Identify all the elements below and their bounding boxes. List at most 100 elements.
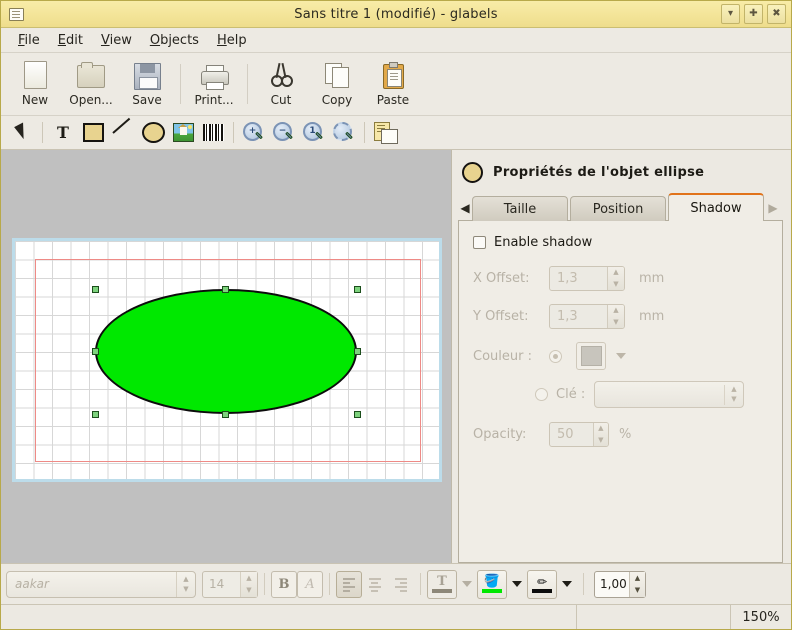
tab-scroll-left-icon[interactable]: ◀ <box>458 195 472 221</box>
zoom-in-button[interactable]: + <box>239 119 269 146</box>
fill-color-dropdown-icon[interactable] <box>512 581 522 587</box>
y-offset-unit: mm <box>639 309 664 324</box>
font-size-down-icon: ▼ <box>241 584 257 597</box>
save-floppy-icon <box>132 61 162 89</box>
y-offset-stepper[interactable]: ▲▼ <box>607 305 624 328</box>
y-offset-row: Y Offset: 1,3 ▲▼ mm <box>473 304 768 329</box>
enable-shadow-row[interactable]: Enable shadow <box>473 235 768 250</box>
cut-button[interactable]: Cut <box>253 56 309 112</box>
text-color-button[interactable]: T <box>427 570 457 599</box>
ellipse-tool[interactable] <box>138 119 168 146</box>
font-size-value[interactable]: 14 <box>203 572 240 597</box>
x-offset-spinner[interactable]: 1,3 ▲▼ <box>549 266 625 291</box>
maximize-button[interactable]: ✚ <box>744 4 763 24</box>
selection-handle-n[interactable] <box>222 286 229 293</box>
text-color-dropdown-icon[interactable] <box>462 581 472 587</box>
y-offset-up-icon[interactable]: ▲ <box>608 305 624 317</box>
selection-handle-sw[interactable] <box>92 411 99 418</box>
save-button[interactable]: Save <box>119 56 175 112</box>
line-tool[interactable] <box>108 119 138 146</box>
shadow-color-button[interactable] <box>576 342 606 370</box>
barcode-icon <box>203 124 224 141</box>
y-offset-value[interactable]: 1,3 <box>550 305 607 328</box>
canvas-area[interactable] <box>1 150 451 563</box>
line-color-button[interactable]: ✏ <box>527 570 557 599</box>
panel-header: Propriétés de l'objet ellipse <box>462 162 783 183</box>
opacity-up-icon[interactable]: ▲ <box>594 423 608 435</box>
minimize-button[interactable]: ▾ <box>721 4 740 24</box>
cle-radio[interactable] <box>535 388 548 401</box>
print-button[interactable]: Print... <box>186 56 242 112</box>
opacity-value[interactable]: 50 <box>550 423 593 446</box>
y-offset-down-icon[interactable]: ▼ <box>608 317 624 329</box>
shadow-color-dropdown-icon[interactable] <box>616 353 626 359</box>
cle-combo[interactable]: ▲▼ <box>594 381 744 408</box>
font-family-stepper[interactable]: ▲▼ <box>176 572 195 597</box>
tab-shadow[interactable]: Shadow <box>668 193 764 221</box>
tab-position[interactable]: Position <box>570 196 666 221</box>
font-size-spinner[interactable]: 14 ▲▼ <box>202 571 258 598</box>
menu-edit[interactable]: Edit <box>49 30 92 51</box>
selection-handle-e[interactable] <box>354 348 361 355</box>
cle-combo-stepper[interactable]: ▲▼ <box>725 386 743 403</box>
font-size-stepper[interactable]: ▲▼ <box>240 572 257 597</box>
enable-shadow-checkbox[interactable] <box>473 236 486 249</box>
selection-handle-ne[interactable] <box>354 286 361 293</box>
x-offset-value[interactable]: 1,3 <box>550 267 607 290</box>
zoom-out-button[interactable]: − <box>269 119 299 146</box>
selection-handle-nw[interactable] <box>92 286 99 293</box>
ellipse-object[interactable] <box>95 289 357 414</box>
new-button[interactable]: New <box>7 56 63 112</box>
merge-properties-button[interactable] <box>370 119 400 146</box>
opacity-stepper[interactable]: ▲▼ <box>593 423 608 446</box>
image-tool[interactable] <box>168 119 198 146</box>
text-tool[interactable]: T <box>48 119 78 146</box>
italic-icon: A <box>305 577 314 592</box>
window-controls: ▾ ✚ ✖ <box>721 4 786 24</box>
fill-color-button[interactable]: 🪣 <box>477 570 507 599</box>
label-sheet[interactable] <box>12 238 442 482</box>
x-offset-stepper[interactable]: ▲▼ <box>607 267 624 290</box>
align-center-button[interactable] <box>362 571 388 598</box>
y-offset-spinner[interactable]: 1,3 ▲▼ <box>549 304 625 329</box>
zoom-fit-button[interactable] <box>329 119 359 146</box>
line-width-spinner[interactable]: 1,00 ▲▼ <box>594 571 646 598</box>
opacity-down-icon[interactable]: ▼ <box>594 435 608 447</box>
bold-button[interactable]: B <box>271 571 297 598</box>
menu-edit-rest: dit <box>66 33 83 48</box>
x-offset-down-icon[interactable]: ▼ <box>608 279 624 291</box>
x-offset-up-icon[interactable]: ▲ <box>608 267 624 279</box>
cle-row: Clé : ▲▼ <box>473 381 768 408</box>
close-button[interactable]: ✖ <box>767 4 786 24</box>
menu-view[interactable]: View <box>92 30 141 51</box>
selection-handle-s[interactable] <box>222 411 229 418</box>
open-button[interactable]: Open... <box>63 56 119 112</box>
selection-handle-w[interactable] <box>92 348 99 355</box>
tab-taille[interactable]: Taille <box>472 196 568 221</box>
line-width-stepper[interactable]: ▲▼ <box>629 572 645 597</box>
font-down-icon: ▼ <box>183 586 188 593</box>
align-right-button[interactable] <box>388 571 414 598</box>
status-zoom-level[interactable]: 150% <box>731 605 791 629</box>
box-tool[interactable] <box>78 119 108 146</box>
magnifier-minus-icon: − <box>273 122 295 144</box>
selection-handle-se[interactable] <box>354 411 361 418</box>
line-width-value[interactable]: 1,00 <box>595 572 629 597</box>
italic-button[interactable]: A <box>297 571 323 598</box>
copy-button[interactable]: Copy <box>309 56 365 112</box>
menu-objects-rest: bjects <box>160 33 199 48</box>
menu-help[interactable]: Help <box>208 30 256 51</box>
barcode-tool[interactable] <box>198 119 228 146</box>
line-color-dropdown-icon[interactable] <box>562 581 572 587</box>
paste-button[interactable]: Paste <box>365 56 421 112</box>
menu-objects[interactable]: Objects <box>141 30 208 51</box>
zoom-1-to-1-button[interactable]: 1 <box>299 119 329 146</box>
align-left-button[interactable] <box>336 571 362 598</box>
font-family-combo[interactable]: aakar ▲▼ <box>6 571 196 598</box>
menu-file[interactable]: File <box>9 30 49 51</box>
couleur-radio[interactable] <box>549 350 562 363</box>
object-properties-panel: Propriétés de l'objet ellipse ◀ Taille P… <box>451 150 791 563</box>
select-arrow-tool[interactable] <box>7 119 37 146</box>
opacity-spinner[interactable]: 50 ▲▼ <box>549 422 609 447</box>
tab-scroll-right-icon[interactable]: ▶ <box>766 195 780 221</box>
